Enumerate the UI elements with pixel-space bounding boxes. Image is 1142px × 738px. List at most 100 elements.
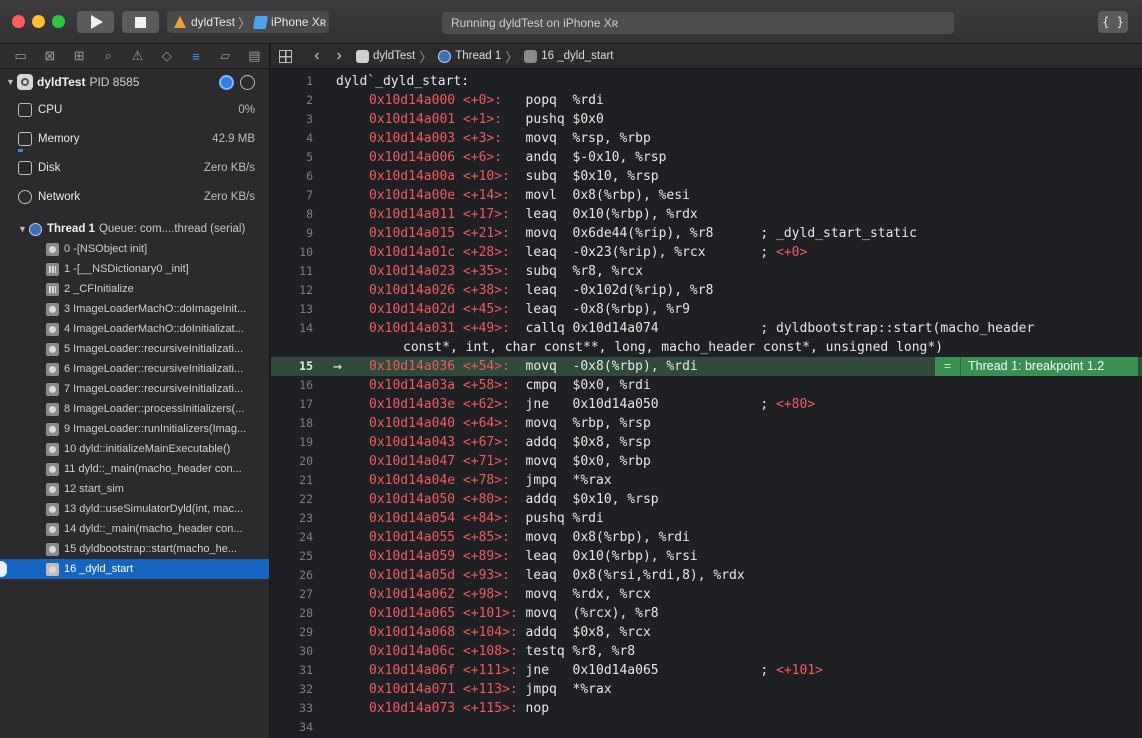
code-line[interactable]: 10 0x10d14a01c <+28>: leaq -0x23(%rip), %… [271,243,1142,262]
line-number[interactable]: 8 [271,205,313,224]
gauge-memory[interactable]: Memory 42.9 MB [0,124,269,153]
code-line[interactable]: 16 0x10d14a03a <+58>: cmpq $0x0, %rdi [271,376,1142,395]
code-line[interactable]: 28 0x10d14a065 <+101>: movq (%rcx), %r8 [271,604,1142,623]
code-line[interactable]: 25 0x10d14a059 <+89>: leaq 0x10(%rbp), %r… [271,547,1142,566]
line-number[interactable]: 20 [271,452,313,471]
line-number[interactable]: 29 [271,623,313,642]
stack-frame[interactable]: 12 start_sim [0,479,269,499]
code-line[interactable]: 2 0x10d14a000 <+0>: popq %rdi [271,91,1142,110]
code-line[interactable]: 34 [271,718,1142,737]
code-line[interactable]: 13 0x10d14a02d <+45>: leaq -0x8(%rbp), %r… [271,300,1142,319]
code-line[interactable]: 1 dyld`_dyld_start: [271,72,1142,91]
related-items-icon[interactable] [279,49,292,63]
zoom-window-button[interactable] [52,15,65,28]
stack-frame[interactable]: 2 _CFInitialize [0,279,269,299]
line-number[interactable]: 25 [271,547,313,566]
folder-icon[interactable]: ▭ [6,46,35,66]
line-number[interactable]: 2 [271,91,313,110]
source-control-icon[interactable]: ⊠ [35,46,64,66]
code-line[interactable]: 5 0x10d14a006 <+6>: andq $-0x10, %rsp [271,148,1142,167]
stack-frame[interactable]: 8 ImageLoader::processInitializers(... [0,399,269,419]
code-line[interactable]: 17 0x10d14a03e <+62>: jne 0x10d14a050 ; <… [271,395,1142,414]
line-number[interactable]: 13 [271,300,313,319]
library-button[interactable]: { } [1098,11,1128,33]
line-number[interactable]: 10 [271,243,313,262]
line-number[interactable]: 11 [271,262,313,281]
line-number[interactable]: 6 [271,167,313,186]
disclosure-down-icon[interactable]: ▼ [18,224,29,234]
code-line[interactable]: 32 0x10d14a071 <+113>: jmpq *%rax [271,680,1142,699]
line-number[interactable]: 9 [271,224,313,243]
code-line[interactable]: 24 0x10d14a055 <+85>: movq 0x8(%rbp), %rd… [271,528,1142,547]
code-line[interactable]: 29 0x10d14a068 <+104>: addq $0x8, %rcx [271,623,1142,642]
line-number[interactable]: 4 [271,129,313,148]
code-line[interactable]: 3 0x10d14a001 <+1>: pushq $0x0 [271,110,1142,129]
line-number[interactable]: 33 [271,699,313,718]
search-icon[interactable]: ⌕ [94,46,123,66]
code-line[interactable]: 14 0x10d14a031 <+49>: callq 0x10d14a074 ;… [271,319,1142,338]
line-number[interactable]: 31 [271,661,313,680]
stack-frame[interactable]: 14 dyld::_main(macho_header con... [0,519,269,539]
code-line[interactable]: 7 0x10d14a00e <+14>: movl 0x8(%rbp), %esi [271,186,1142,205]
stack-frame[interactable]: 0 -[NSObject init] [0,239,269,259]
stack-frame[interactable]: 7 ImageLoader::recursiveInitializati... [0,379,269,399]
gauge-cpu[interactable]: CPU 0% [0,95,269,124]
code-line[interactable]: const*, int, char const**, long, macho_h… [271,338,1142,357]
stack-frame[interactable]: 4 ImageLoaderMachO::doInitializat... [0,319,269,339]
view-hierarchy-icon[interactable] [219,74,234,90]
line-number[interactable]: 26 [271,566,313,585]
line-number[interactable]: 19 [271,433,313,452]
line-number[interactable]: 1 [271,72,313,91]
stack-frame[interactable]: 6 ImageLoader::recursiveInitializati... [0,359,269,379]
line-number[interactable]: 34 [271,718,313,737]
code-line[interactable]: 31 0x10d14a06f <+111>: jne 0x10d14a065 ; … [271,661,1142,680]
breakpoint-annotation[interactable]: = Thread 1: breakpoint 1.2 [935,357,1138,376]
stack-frame[interactable]: 15 dyldbootstrap::start(macho_he... [0,539,269,559]
breakpoint-navigator-icon[interactable]: ▱ [211,46,240,66]
code-line[interactable]: 11 0x10d14a023 <+35>: subq %r8, %rcx [271,262,1142,281]
gauge-network[interactable]: Network Zero KB/s [0,182,269,211]
line-number[interactable]: 16 [271,376,313,395]
line-number[interactable]: 21 [271,471,313,490]
stack-frame[interactable]: 13 dyld::useSimulatorDyld(int, mac... [0,499,269,519]
line-number[interactable]: 28 [271,604,313,623]
breadcrumb-frame[interactable]: 16 _dyld_start [541,50,613,62]
disassembly-editor[interactable]: 1 dyld`_dyld_start: 2 0x10d14a000 <+0>: pop… [271,72,1142,738]
code-line[interactable]: 8 0x10d14a011 <+17>: leaq 0x10(%rbp), %rd… [271,205,1142,224]
line-number[interactable]: 7 [271,186,313,205]
breadcrumb-thread[interactable]: Thread 1 [455,50,501,62]
code-line[interactable]: 20 0x10d14a047 <+71>: movq $0x0, %rbp [271,452,1142,471]
process-row[interactable]: ▼ dyldTest PID 8585 [0,69,269,95]
code-line[interactable]: 9 0x10d14a015 <+21>: movq 0x6de44(%rip), … [271,224,1142,243]
code-line[interactable]: 23 0x10d14a054 <+84>: pushq %rdi [271,509,1142,528]
close-window-button[interactable] [12,15,25,28]
pause-icon[interactable] [240,74,255,90]
line-number[interactable]: 18 [271,414,313,433]
code-line[interactable]: 6 0x10d14a00a <+10>: subq $0x10, %rsp [271,167,1142,186]
gauge-disk[interactable]: Disk Zero KB/s [0,153,269,182]
line-number[interactable]: 17 [271,395,313,414]
current-instruction-line[interactable]: 15 0x10d14a036 <+54>: movq -0x8(%rbp), %r… [271,357,1142,376]
code-line[interactable]: 27 0x10d14a062 <+98>: movq %rdx, %rcx [271,585,1142,604]
line-number[interactable]: 12 [271,281,313,300]
disclosure-down-icon[interactable]: ▼ [6,77,17,87]
stack-frame[interactable]: 5 ImageLoader::recursiveInitializati... [0,339,269,359]
line-number[interactable]: 23 [271,509,313,528]
line-number[interactable]: 15 [271,357,313,376]
stack-frame[interactable]: 11 dyld::_main(macho_header con... [0,459,269,479]
code-line[interactable]: 22 0x10d14a050 <+80>: addq $0x10, %rsp [271,490,1142,509]
thread-row[interactable]: ▼ Thread 1 Queue: com....thread (serial) [0,219,269,239]
line-number[interactable]: 27 [271,585,313,604]
line-number[interactable]: 32 [271,680,313,699]
code-line[interactable]: 19 0x10d14a043 <+67>: addq $0x8, %rsp [271,433,1142,452]
hierarchy-icon[interactable]: ⊞ [64,46,93,66]
line-number[interactable]: 14 [271,319,313,338]
scheme-selector[interactable]: dyldTest 〉 iPhone Xʀ [167,11,329,33]
debug-navigator-icon[interactable]: ≡ [181,46,210,66]
code-line[interactable]: 12 0x10d14a026 <+38>: leaq -0x102d(%rip),… [271,281,1142,300]
warning-icon[interactable]: ⚠ [123,46,152,66]
stop-button[interactable] [122,11,159,33]
code-line[interactable]: 26 0x10d14a05d <+93>: leaq 0x8(%rsi,%rdi,… [271,566,1142,585]
minimize-window-button[interactable] [32,15,45,28]
stack-frame[interactable]: 10 dyld::initializeMainExecutable() [0,439,269,459]
